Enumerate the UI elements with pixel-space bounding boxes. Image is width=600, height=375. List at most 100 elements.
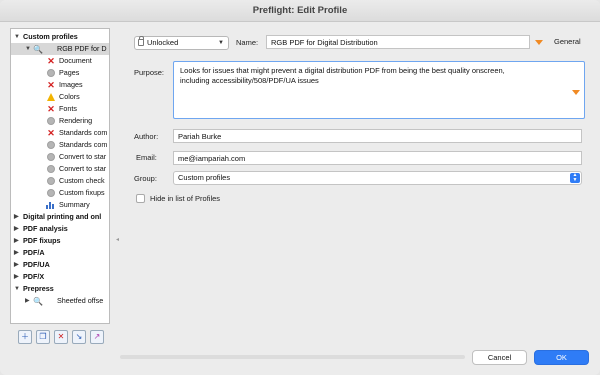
disclosure-closed-icon[interactable]: ▶ bbox=[14, 211, 19, 223]
tree-item-check[interactable]: Custom fixups bbox=[11, 187, 109, 199]
purpose-field[interactable]: Looks for issues that might prevent a di… bbox=[173, 61, 585, 119]
tree-item-label: Images bbox=[59, 80, 83, 89]
tree-item-check[interactable]: Custom check bbox=[11, 175, 109, 187]
hide-in-list-label[interactable]: Hide in list of Profiles bbox=[150, 194, 220, 203]
group-select-value: Custom profiles bbox=[178, 173, 231, 182]
tree-item-check[interactable]: ✕ Standards com bbox=[11, 127, 109, 139]
tree-item-label: PDF/A bbox=[23, 248, 45, 257]
tree-item-check[interactable]: ✕ Fonts bbox=[11, 103, 109, 115]
disclosure-closed-icon[interactable]: ▶ bbox=[14, 223, 19, 235]
ok-button[interactable]: OK bbox=[534, 350, 589, 365]
tree-item-check[interactable]: Rendering bbox=[11, 115, 109, 127]
purpose-text-line: including accessibility/508/PDF/UA issue… bbox=[180, 76, 319, 85]
tree-item-label: PDF analysis bbox=[23, 224, 68, 233]
purpose-text-line: Looks for issues that might prevent a di… bbox=[180, 66, 505, 75]
tree-item-label: Custom check bbox=[59, 176, 105, 185]
disclosure-open-icon[interactable]: ▼ bbox=[14, 283, 20, 295]
inactive-circle-icon bbox=[47, 189, 55, 197]
tree-item-label: Convert to star bbox=[59, 152, 107, 161]
inactive-circle-icon bbox=[47, 117, 55, 125]
tree-item-check[interactable]: Standards com bbox=[11, 139, 109, 151]
tree-item-selected-profile[interactable]: ▼ 🔍 RGB PDF for D bbox=[11, 43, 109, 55]
tree-item-label: Prepress bbox=[23, 284, 54, 293]
inactive-circle-icon bbox=[47, 69, 55, 77]
delete-button[interactable]: ✕ bbox=[54, 330, 68, 344]
tree-item-label: Custom fixups bbox=[59, 188, 105, 197]
disclosure-closed-icon[interactable]: ▶ bbox=[14, 259, 19, 271]
purpose-menu-icon[interactable] bbox=[572, 90, 580, 95]
duplicate-button[interactable]: ❐ bbox=[36, 330, 50, 344]
tree-item-label: Fonts bbox=[59, 104, 77, 113]
disclosure-closed-icon[interactable]: ▶ bbox=[14, 247, 19, 259]
unlock-icon bbox=[138, 36, 144, 46]
tree-item-group[interactable]: ▶ Digital printing and onl bbox=[11, 211, 109, 223]
tree-item-label: Digital printing and onl bbox=[23, 212, 102, 221]
tree-item-check[interactable]: Convert to star bbox=[11, 163, 109, 175]
inactive-circle-icon bbox=[47, 177, 55, 185]
tree-item-group[interactable]: ▶ PDF/A bbox=[11, 247, 109, 259]
error-x-icon: ✕ bbox=[47, 80, 55, 90]
inactive-circle-icon bbox=[47, 153, 55, 161]
lock-state-select[interactable]: Unlocked ▼ bbox=[134, 36, 229, 50]
tree-item-label: Rendering bbox=[59, 116, 93, 125]
author-label: Author: bbox=[134, 132, 159, 141]
author-field[interactable]: Pariah Burke bbox=[173, 129, 582, 143]
disclosure-closed-icon[interactable]: ▶ bbox=[25, 295, 30, 307]
tree-item-check[interactable]: Colors bbox=[11, 91, 109, 103]
tree-item-check[interactable]: Convert to star bbox=[11, 151, 109, 163]
tree-item-label: PDF fixups bbox=[23, 236, 61, 245]
cancel-button[interactable]: Cancel bbox=[472, 350, 527, 365]
tree-item-group[interactable]: ▶ PDF fixups bbox=[11, 235, 109, 247]
disclosure-closed-icon[interactable]: ▶ bbox=[14, 271, 19, 283]
inactive-circle-icon bbox=[47, 141, 55, 149]
tree-item-label: Colors bbox=[59, 92, 80, 101]
tree-item-check[interactable]: Pages bbox=[11, 67, 109, 79]
disclosure-open-icon[interactable]: ▼ bbox=[25, 43, 31, 55]
window-title: Preflight: Edit Profile bbox=[0, 0, 600, 22]
preflight-edit-profile-window: Preflight: Edit Profile ▼ Custom profile… bbox=[0, 0, 600, 375]
email-field[interactable]: me@iampariah.com bbox=[173, 151, 582, 165]
lock-state-value: Unlocked bbox=[147, 38, 179, 47]
tree-item-summary[interactable]: Summary bbox=[11, 199, 109, 211]
profile-tree[interactable]: ▼ Custom profiles ▼ 🔍 RGB PDF for D ✕ Do… bbox=[10, 28, 110, 324]
tree-item-check[interactable]: ✕ Images bbox=[11, 79, 109, 91]
export-button[interactable]: ↗ bbox=[90, 330, 104, 344]
sidebar-splitter-handle[interactable]: ◂ bbox=[116, 236, 119, 243]
tree-item-prepress[interactable]: ▼ Prepress bbox=[11, 283, 109, 295]
chevron-down-icon: ▼ bbox=[218, 40, 224, 46]
progress-track bbox=[120, 355, 465, 359]
name-field[interactable]: RGB PDF for Digital Distribution bbox=[266, 35, 530, 49]
group-select[interactable]: Custom profiles ▲ ▼ bbox=[173, 171, 582, 185]
name-menu-icon[interactable] bbox=[535, 40, 543, 45]
general-label[interactable]: General bbox=[554, 37, 581, 46]
new-profile-button[interactable]: ＋ bbox=[18, 330, 32, 344]
tree-item-label: Document bbox=[59, 56, 92, 65]
tree-item-label: PDF/X bbox=[23, 272, 45, 281]
tree-item-group[interactable]: ▶ PDF/X bbox=[11, 271, 109, 283]
tree-item-prepress-profile[interactable]: ▶ 🔍 Sheetfed offse bbox=[11, 295, 109, 307]
profile-search-icon: 🔍 bbox=[33, 297, 43, 306]
tree-item-check[interactable]: ✕ Document bbox=[11, 55, 109, 67]
tree-item-label: Standards com bbox=[59, 140, 108, 149]
error-x-icon: ✕ bbox=[47, 56, 55, 66]
hide-in-list-checkbox[interactable] bbox=[136, 194, 145, 203]
name-label: Name: bbox=[236, 38, 259, 47]
tree-item-label: Custom profiles bbox=[23, 32, 78, 41]
tree-item-custom-profiles[interactable]: ▼ Custom profiles bbox=[11, 31, 109, 43]
tree-item-label: Summary bbox=[59, 200, 90, 209]
tree-item-label: Sheetfed offse bbox=[57, 296, 104, 305]
tree-item-group[interactable]: ▶ PDF analysis bbox=[11, 223, 109, 235]
disclosure-closed-icon[interactable]: ▶ bbox=[14, 235, 19, 247]
import-button[interactable]: ↘ bbox=[72, 330, 86, 344]
group-label: Group: bbox=[134, 174, 157, 183]
disclosure-open-icon[interactable]: ▼ bbox=[14, 31, 20, 43]
purpose-label: Purpose: bbox=[134, 68, 165, 77]
email-label: Email: bbox=[136, 153, 157, 162]
tree-item-label: Standards com bbox=[59, 128, 108, 137]
tree-item-group[interactable]: ▶ PDF/UA bbox=[11, 259, 109, 271]
summary-chart-icon bbox=[46, 201, 56, 209]
tree-item-label: Pages bbox=[59, 68, 80, 77]
tree-item-label: Convert to star bbox=[59, 164, 107, 173]
error-x-icon: ✕ bbox=[47, 104, 55, 114]
error-x-icon: ✕ bbox=[47, 128, 55, 138]
